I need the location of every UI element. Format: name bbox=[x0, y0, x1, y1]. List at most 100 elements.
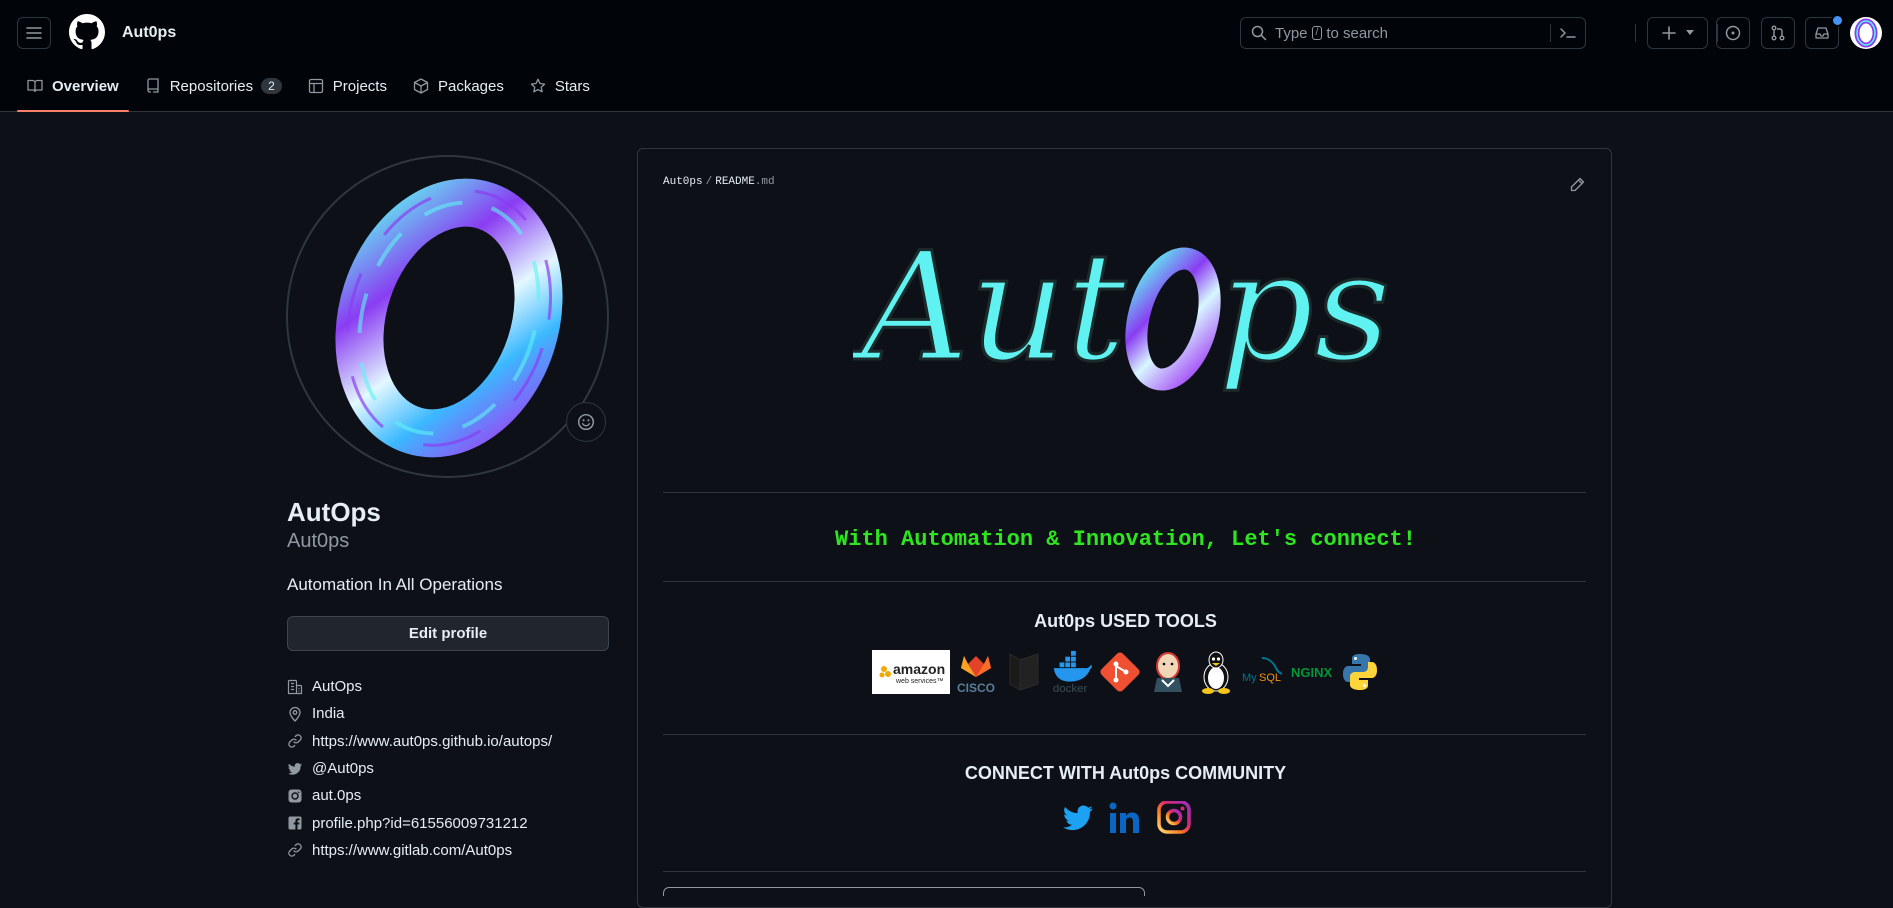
tool-docker[interactable]: docker bbox=[1050, 650, 1094, 694]
detail-text: https://www.aut0ps.github.io/autops/ bbox=[312, 732, 553, 750]
instagram-icon[interactable] bbox=[1155, 801, 1193, 835]
detail-organization: AutOps bbox=[287, 673, 552, 700]
detail-gitlab-link[interactable]: https://www.gitlab.com/Aut0ps bbox=[287, 837, 552, 864]
tab-projects[interactable]: Projects bbox=[298, 68, 397, 104]
tab-repositories[interactable]: Repositories 2 bbox=[135, 68, 292, 104]
repo-icon bbox=[147, 78, 159, 93]
readme-card: Aut0ps / README.md Aut ps With Automation … bbox=[637, 148, 1612, 908]
tab-packages[interactable]: Packages bbox=[403, 68, 514, 104]
edit-readme-pencil-icon[interactable] bbox=[1569, 177, 1585, 193]
notification-dot bbox=[1831, 14, 1844, 27]
global-header: Aut0ps Type / to search Overview Reposit… bbox=[0, 0, 1893, 112]
tool-cisco[interactable]: CISCO bbox=[954, 650, 998, 694]
table-icon bbox=[308, 78, 323, 94]
inbox-icon bbox=[1815, 27, 1829, 39]
hamburger-icon bbox=[26, 27, 42, 39]
tab-stars[interactable]: Stars bbox=[520, 68, 600, 104]
svg-text:web services™: web services™ bbox=[895, 678, 943, 685]
edit-profile-button[interactable]: Edit profile bbox=[287, 616, 609, 651]
svg-text:ps: ps bbox=[1218, 221, 1391, 395]
svg-text:My: My bbox=[1242, 672, 1257, 684]
tool-git[interactable] bbox=[1098, 650, 1142, 694]
tool-python[interactable] bbox=[1340, 650, 1380, 694]
tool-aws[interactable]: amazon web services™ bbox=[872, 650, 950, 694]
readme-divider bbox=[663, 734, 1586, 735]
readme-divider bbox=[663, 492, 1586, 493]
profile-avatar[interactable] bbox=[286, 155, 609, 478]
readme-tagline: With Automation & Innovation, Let's conn… bbox=[835, 527, 1416, 552]
search-divider bbox=[1550, 24, 1551, 42]
nginx-icon: NGINX bbox=[1291, 665, 1333, 680]
detail-website[interactable]: https://www.aut0ps.github.io/autops/ bbox=[287, 728, 552, 755]
tool-jenkins[interactable] bbox=[1146, 650, 1190, 694]
context-title[interactable]: Aut0ps bbox=[122, 24, 176, 42]
tab-label: Repositories bbox=[169, 77, 254, 95]
tab-label: Projects bbox=[332, 77, 387, 95]
readme-banner-logo: Aut ps bbox=[853, 220, 1393, 397]
mysql-icon: My SQL bbox=[1242, 657, 1283, 684]
search-placeholder-type: Type bbox=[1275, 24, 1308, 42]
menu-button[interactable] bbox=[17, 17, 51, 49]
plus-icon bbox=[1661, 26, 1676, 40]
svg-text:Aut: Aut bbox=[853, 221, 1127, 395]
detail-instagram[interactable]: aut.0ps bbox=[287, 782, 552, 809]
search-input[interactable]: Type / to search bbox=[1240, 17, 1586, 49]
pull-requests-button[interactable] bbox=[1761, 17, 1795, 49]
detail-location: India bbox=[287, 700, 552, 727]
community-section-title: CONNECT WITH Aut0ps COMMUNITY bbox=[964, 763, 1287, 783]
tool-nginx[interactable]: NGINX bbox=[1290, 650, 1336, 694]
book-icon bbox=[27, 79, 43, 93]
link-icon bbox=[288, 843, 302, 858]
profile-name: AutOps bbox=[287, 497, 381, 527]
profile-login: Aut0ps bbox=[287, 530, 350, 552]
create-new-button[interactable] bbox=[1647, 17, 1708, 49]
tab-overview[interactable]: Overview bbox=[17, 68, 129, 112]
command-palette-icon[interactable] bbox=[1559, 25, 1577, 41]
aws-icon: amazonweb services™ bbox=[879, 661, 945, 685]
linkedin-icon[interactable] bbox=[1107, 801, 1145, 835]
readme-divider bbox=[663, 581, 1586, 582]
docker-icon: docker bbox=[1053, 650, 1092, 694]
readme-file-ext: .md bbox=[754, 176, 775, 188]
avatar-ring-icon bbox=[1854, 18, 1878, 48]
breadcrumb-separator: / bbox=[705, 176, 713, 188]
detail-twitter[interactable]: @Aut0ps bbox=[287, 755, 552, 782]
tools-section-title: Aut0ps USED TOOLS bbox=[1034, 611, 1217, 631]
github-logo-icon[interactable] bbox=[69, 14, 105, 50]
search-placeholder-rest: to search bbox=[1326, 24, 1389, 42]
repositories-count-badge: 2 bbox=[261, 78, 282, 94]
link-icon bbox=[288, 734, 302, 748]
user-avatar[interactable] bbox=[1850, 17, 1882, 49]
tab-label: Packages bbox=[437, 77, 504, 95]
twitter-icon[interactable] bbox=[1059, 801, 1097, 835]
readme-owner-link[interactable]: Aut0ps bbox=[663, 176, 703, 188]
search-shortcut-key: / bbox=[1311, 26, 1323, 40]
location-icon bbox=[289, 706, 301, 722]
python-icon bbox=[1343, 654, 1377, 690]
social-links bbox=[638, 801, 1613, 835]
detail-text: profile.php?id=61556009731212 bbox=[312, 814, 528, 832]
git-icon bbox=[1100, 652, 1140, 692]
jenkins-icon bbox=[1154, 652, 1182, 692]
set-status-button[interactable] bbox=[566, 402, 606, 442]
detail-text: https://www.gitlab.com/Aut0ps bbox=[312, 841, 513, 859]
tab-label: Stars bbox=[554, 77, 590, 95]
tool-linux[interactable] bbox=[1194, 650, 1238, 694]
tool-gitlab-dark[interactable] bbox=[1002, 650, 1046, 694]
issues-button[interactable] bbox=[1716, 17, 1750, 49]
tools-list: amazon web services™ CISCO docker My SQL N… bbox=[872, 649, 1384, 695]
profile-bio: Automation In All Operations bbox=[287, 575, 503, 594]
readme-divider bbox=[663, 871, 1586, 872]
detail-text: aut.0ps bbox=[312, 787, 362, 805]
star-icon bbox=[530, 78, 546, 93]
svg-text:NGINX: NGINX bbox=[1291, 665, 1333, 680]
git-pull-request-icon bbox=[1771, 25, 1785, 41]
avatar-torus-icon bbox=[335, 178, 563, 458]
tool-mysql[interactable]: My SQL bbox=[1242, 650, 1286, 694]
profile-details: AutOps India https://www.aut0ps.github.i… bbox=[287, 673, 552, 864]
organization-icon bbox=[287, 679, 303, 694]
detail-facebook[interactable]: profile.php?id=61556009731212 bbox=[287, 809, 552, 836]
linux-icon bbox=[1202, 651, 1230, 694]
cisco-icon: CISCO bbox=[957, 656, 995, 694]
profile-tabs: Overview Repositories 2 Projects Package… bbox=[17, 68, 606, 112]
